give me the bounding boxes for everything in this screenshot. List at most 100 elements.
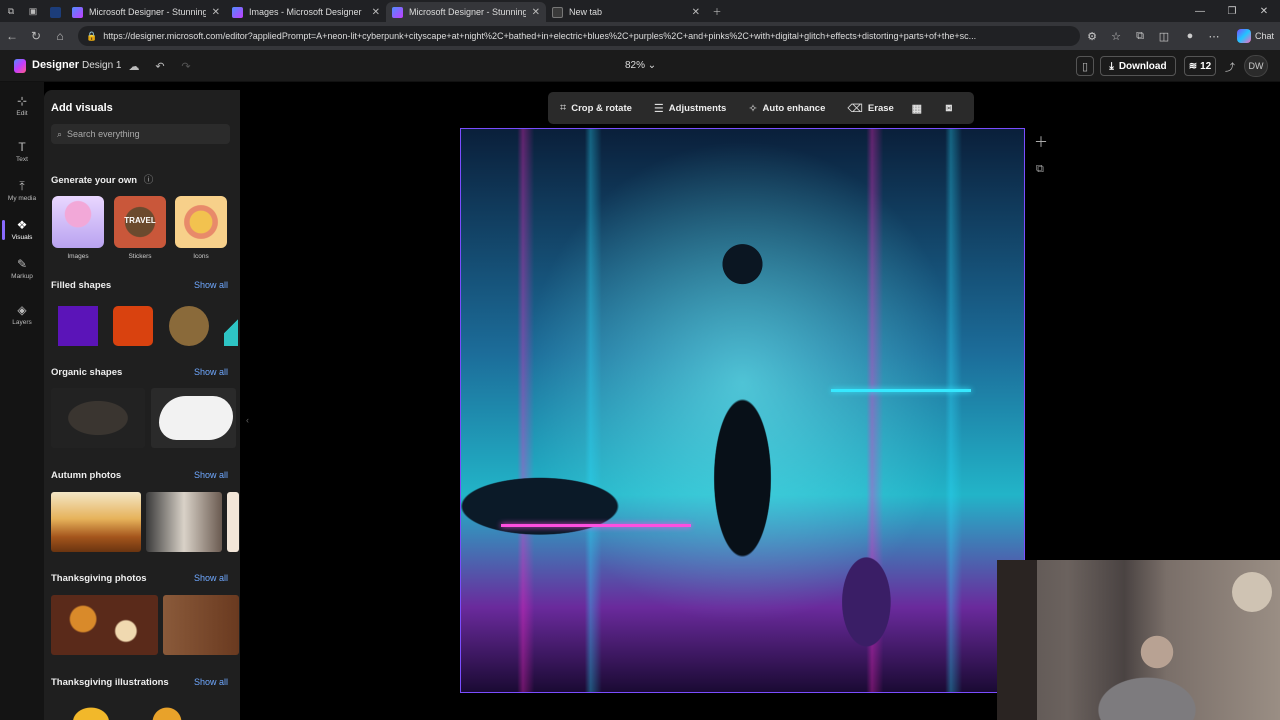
show-all-link[interactable]: Show all bbox=[194, 573, 228, 583]
autumn-photo[interactable] bbox=[227, 492, 239, 552]
organic-shape-texture[interactable] bbox=[51, 388, 145, 448]
copilot-icon bbox=[1236, 29, 1251, 43]
profile-icon[interactable]: ● bbox=[1180, 26, 1200, 46]
cloud-sync-icon: ☁ bbox=[128, 60, 140, 73]
thanksgiving-illustration[interactable] bbox=[66, 702, 116, 720]
collections-icon[interactable]: ⧉ bbox=[1130, 26, 1150, 46]
filled-shape-triangle[interactable] bbox=[224, 306, 238, 346]
share-icon[interactable]: ⤴ bbox=[1222, 58, 1238, 74]
lock-icon: 🔒 bbox=[86, 30, 98, 41]
phone-preview-icon[interactable]: ▯ bbox=[1076, 56, 1094, 76]
designer-favicon-icon bbox=[232, 6, 243, 18]
browser-tab-bar: ⧉ ▣ Microsoft Designer - Stunning de ✕ I… bbox=[0, 0, 1280, 22]
tab-designer-1[interactable]: Microsoft Designer - Stunning de ✕ bbox=[66, 2, 226, 22]
crop-rotate-button[interactable]: ⌗ Crop & rotate bbox=[560, 102, 632, 115]
auto-enhance-button[interactable]: ✧ Auto enhance bbox=[748, 102, 825, 115]
search-input[interactable]: ⌕ Search everything bbox=[51, 124, 230, 144]
thanksgiving-photo[interactable] bbox=[163, 595, 239, 655]
designer-header: Designer Design 1 ☁ ↶ ↷ 82% ⌄ ▯ ⤓ Downlo… bbox=[0, 50, 1280, 82]
tab-pinned[interactable] bbox=[44, 2, 66, 22]
generate-icons-tile[interactable] bbox=[175, 196, 227, 248]
autumn-photo[interactable] bbox=[51, 492, 141, 552]
panel-title: Add visuals bbox=[51, 102, 113, 114]
window-close-icon[interactable]: ✕ bbox=[1248, 0, 1280, 22]
app-name: Designer bbox=[32, 59, 80, 71]
filled-shape-circle[interactable] bbox=[169, 306, 209, 346]
redo-icon[interactable]: ↷ bbox=[178, 58, 194, 74]
undo-icon[interactable]: ↶ bbox=[152, 58, 168, 74]
rail-item-text[interactable]: T Text bbox=[0, 140, 44, 163]
erase-button[interactable]: ⌫ Erase bbox=[847, 102, 893, 115]
add-page-icon[interactable]: ＋ bbox=[1034, 132, 1048, 152]
section-title: Organic shapes bbox=[51, 367, 123, 378]
close-icon[interactable]: ✕ bbox=[692, 7, 700, 18]
show-all-link[interactable]: Show all bbox=[194, 470, 228, 480]
workspaces-icon[interactable]: ⧉ bbox=[0, 0, 22, 22]
show-all-link[interactable]: Show all bbox=[194, 280, 228, 290]
generate-stickers-tile[interactable]: TRAVEL bbox=[114, 196, 166, 248]
restore-icon[interactable]: ❐ bbox=[1216, 0, 1248, 22]
generate-images-tile[interactable] bbox=[52, 196, 104, 248]
thanksgiving-photo[interactable] bbox=[51, 595, 158, 655]
layers-icon: ◈ bbox=[17, 303, 27, 317]
designer-favicon-icon bbox=[72, 6, 83, 18]
home-icon[interactable]: ⌂ bbox=[48, 29, 72, 43]
section-title: Autumn photos bbox=[51, 470, 122, 481]
url-bar[interactable]: 🔒 https://designer.microsoft.com/editor?… bbox=[78, 26, 1080, 46]
extensions-icon[interactable]: ⚙ bbox=[1082, 26, 1102, 46]
crop-icon: ⌗ bbox=[560, 101, 567, 114]
close-icon[interactable]: ✕ bbox=[532, 7, 540, 18]
show-all-link[interactable]: Show all bbox=[194, 677, 228, 687]
collapse-panel-icon[interactable]: ‹ bbox=[246, 415, 256, 431]
webcam-lamp bbox=[1232, 572, 1272, 612]
more-menu-icon[interactable]: ⋯ bbox=[1204, 26, 1224, 46]
thanksgiving-illustration[interactable] bbox=[147, 702, 187, 720]
magic-wand-icon: ✧ bbox=[748, 102, 758, 115]
close-icon[interactable]: ✕ bbox=[212, 7, 220, 18]
page-options-icon[interactable]: ⧉ bbox=[1036, 163, 1044, 176]
tab-images[interactable]: Images - Microsoft Designer ✕ bbox=[226, 2, 386, 22]
rail-item-edit[interactable]: ⊹ Edit bbox=[0, 94, 44, 117]
rail-item-layers[interactable]: ◈ Layers bbox=[0, 303, 44, 326]
avatar[interactable]: DW bbox=[1244, 55, 1268, 77]
coins-icon: ≋ bbox=[1188, 60, 1198, 72]
back-icon[interactable]: ← bbox=[0, 29, 24, 43]
minimize-icon[interactable]: — bbox=[1184, 0, 1216, 22]
rail-item-my-media[interactable]: ⤒ My media bbox=[0, 179, 44, 202]
add-visuals-panel: Add visuals ⌕ Search everything Generate… bbox=[44, 90, 240, 720]
organic-shape-blob[interactable] bbox=[151, 388, 236, 448]
adjustments-button[interactable]: ☰ Adjustments bbox=[654, 102, 726, 115]
design-name[interactable]: Design 1 bbox=[82, 60, 121, 71]
info-icon[interactable]: ⓘ bbox=[144, 175, 154, 186]
section-title: Filled shapes bbox=[51, 280, 112, 291]
split-screen-icon[interactable]: ◫ bbox=[1154, 26, 1174, 46]
transparency-icon[interactable]: ▦ bbox=[908, 99, 926, 117]
download-button[interactable]: ⤓ Download bbox=[1100, 56, 1176, 76]
show-all-link[interactable]: Show all bbox=[194, 367, 228, 377]
tab-new[interactable]: New tab ✕ bbox=[546, 2, 706, 22]
new-tab-plus-icon[interactable]: ＋ bbox=[706, 0, 728, 22]
close-icon[interactable]: ✕ bbox=[372, 7, 380, 18]
blob-shape bbox=[159, 396, 233, 440]
filled-shape-rounded[interactable] bbox=[113, 306, 153, 346]
neon-streak bbox=[831, 389, 971, 392]
rail-item-visuals[interactable]: ❖ Visuals bbox=[0, 218, 44, 241]
pen-icon: ✎ bbox=[16, 257, 28, 271]
webcam-shadow bbox=[997, 560, 1037, 720]
refresh-icon[interactable]: ↻ bbox=[24, 29, 48, 43]
remove-background-icon[interactable]: ⧈ bbox=[940, 99, 958, 117]
filled-shape-square[interactable] bbox=[58, 306, 98, 346]
autumn-photo[interactable] bbox=[146, 492, 222, 552]
designer-favicon-icon bbox=[392, 6, 403, 18]
rail-item-markup[interactable]: ✎ Markup bbox=[0, 257, 44, 280]
generate-title: Generate your own ⓘ bbox=[51, 175, 154, 186]
copilot-chat-button[interactable]: Chat bbox=[1236, 25, 1274, 47]
favorites-icon[interactable]: ☆ bbox=[1106, 26, 1126, 46]
tab-actions-icon[interactable]: ▣ bbox=[22, 0, 44, 22]
credits-badge[interactable]: ≋ 12 bbox=[1184, 56, 1216, 76]
zoom-dropdown[interactable]: 82% ⌄ bbox=[625, 60, 656, 71]
designer-logo-icon bbox=[14, 59, 26, 73]
search-icon: ⌕ bbox=[57, 128, 63, 139]
tab-designer-active[interactable]: Microsoft Designer - Stunning de ✕ bbox=[386, 2, 546, 22]
canvas-image[interactable] bbox=[460, 128, 1025, 693]
